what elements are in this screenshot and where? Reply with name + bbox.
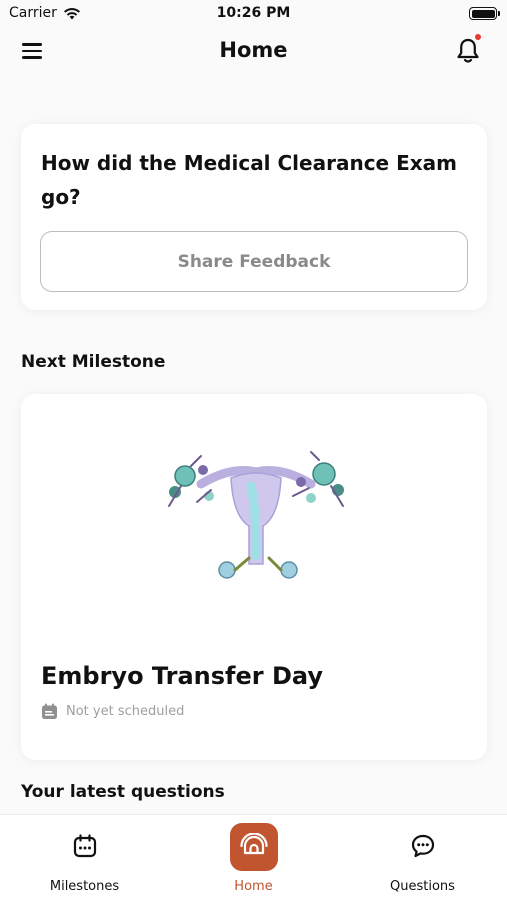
tab-home[interactable]: Home [169,815,338,900]
milestone-title: Embryo Transfer Day [41,662,323,690]
floral-uterus-illustration [168,451,344,579]
nav-header: Home [0,28,507,74]
tab-questions[interactable]: Questions [338,815,507,900]
page-title: Home [219,38,288,62]
bell-icon [457,38,479,63]
share-feedback-button[interactable]: Share Feedback [40,231,468,292]
notifications-button[interactable] [453,34,483,66]
status-time: 10:26 PM [216,5,291,21]
tab-questions-label: Questions [390,879,455,894]
tab-home-label: Home [234,879,273,894]
milestone-status: Not yet scheduled [41,703,184,720]
home-tab-badge [229,823,278,871]
notification-dot [475,34,481,40]
home-icon [239,833,268,855]
tab-milestones[interactable]: Milestones [0,815,169,900]
feedback-question: How did the Medical Clearance Exam go? [41,151,457,209]
calendar-icon [42,703,57,719]
main-content[interactable]: How did the Medical Clearance Exam go? S… [0,74,507,814]
bottom-tab-bar: Milestones Home Questions [0,814,507,900]
battery-icon [469,7,500,20]
calendar-icon [73,834,96,858]
milestone-card[interactable]: Embryo Transfer Day Not yet scheduled [21,394,487,760]
home-screen: Carrier 10:26 PM Home How did the Medica… [0,0,507,900]
tab-milestones-label: Milestones [49,879,120,894]
feedback-card: How did the Medical Clearance Exam go? S… [21,124,487,310]
status-bar: Carrier 10:26 PM [0,0,507,28]
chat-bubble-icon [411,834,434,858]
milestone-status-label: Not yet scheduled [66,704,185,719]
latest-questions-heading: Your latest questions [21,782,225,802]
next-milestone-heading: Next Milestone [21,352,166,372]
